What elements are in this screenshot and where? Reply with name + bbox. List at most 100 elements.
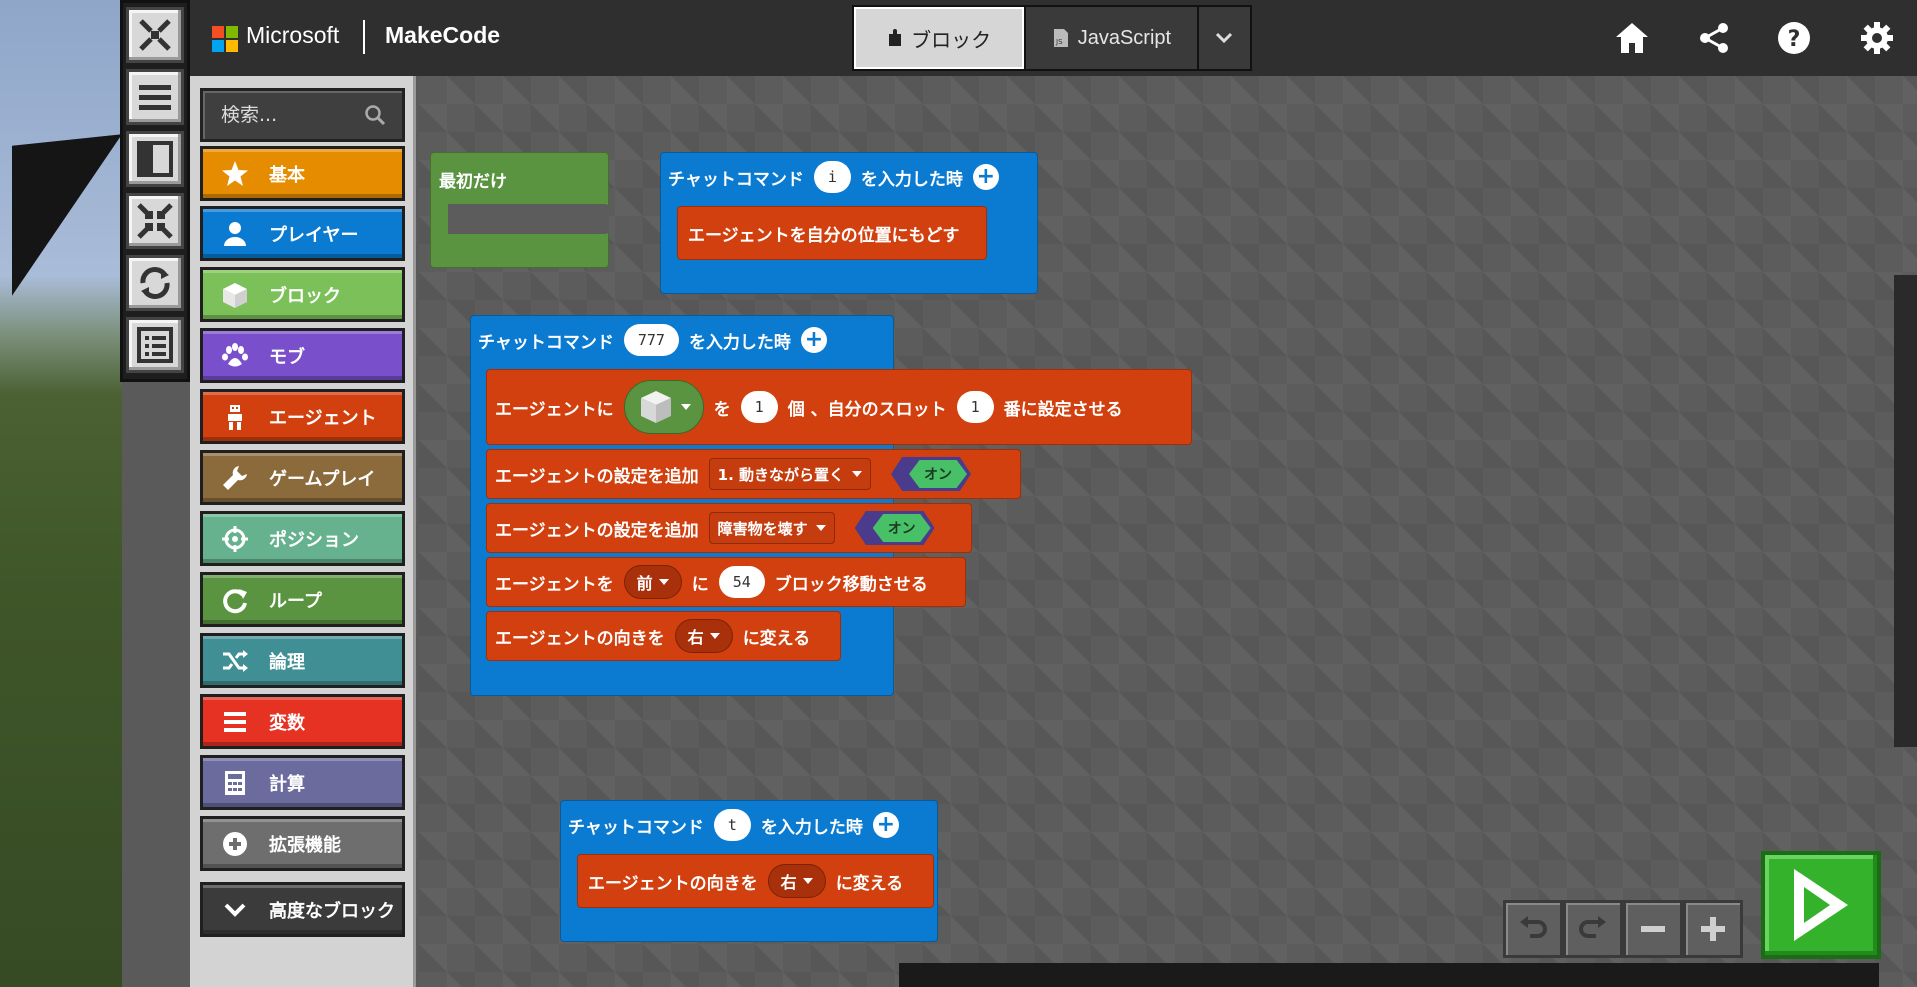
close-icon[interactable] [126, 7, 184, 63]
workspace-horizontal-scrollbar[interactable] [899, 963, 1879, 987]
help-icon[interactable]: ? [1774, 18, 1814, 58]
tab-javascript[interactable]: JS JavaScript [1024, 7, 1197, 69]
search-box[interactable] [200, 88, 405, 142]
category-loops[interactable]: ループ [200, 572, 405, 627]
category-math[interactable]: 計算 [200, 755, 405, 810]
zoom-out-icon[interactable] [1623, 900, 1683, 958]
share-icon[interactable] [1694, 18, 1734, 58]
agent-setting-dropdown[interactable]: 障害物を壊す [708, 512, 835, 544]
category-positions[interactable]: ポジション [200, 511, 405, 566]
add-parameter-icon[interactable]: + [872, 812, 899, 838]
chat-command-label: チャットコマンド [668, 169, 804, 190]
star-icon [215, 154, 255, 194]
category-blocks[interactable]: ブロック [200, 267, 405, 322]
category-mobs[interactable]: モブ [200, 328, 405, 383]
on-toggle[interactable]: オン [891, 457, 972, 491]
blocks-workspace[interactable]: 最初だけ チャットコマンド i を入力した時 + エージェントを自分の位置にもど… [419, 76, 1917, 987]
agent-move-label: エージェントを [495, 574, 614, 595]
agent-turn-text: に変える [742, 628, 811, 649]
add-parameter-icon[interactable]: + [972, 164, 999, 190]
category-variables[interactable]: 変数 [200, 694, 405, 749]
turn-direction-value: 右 [687, 628, 704, 647]
command-input-t[interactable]: t [713, 809, 751, 841]
agent-turn-block[interactable]: エージェントの向きを 右 に変える [486, 611, 841, 661]
chat-command-suffix: を入力した時 [760, 817, 863, 838]
tab-blocks[interactable]: ブロック [854, 7, 1025, 69]
on-toggle[interactable]: オン [854, 511, 935, 545]
brand-makecode[interactable]: MakeCode [385, 22, 500, 49]
set-item-text: を [713, 399, 731, 420]
agent-move-text: ブロック移動させる [774, 574, 928, 595]
category-label: 拡張機能 [269, 834, 341, 856]
caret-down-icon [709, 633, 720, 639]
agent-set-item-block[interactable]: エージェントに を 1 個 、自分のスロット 1 番に設定させる [486, 369, 1192, 445]
agent-teleport-block[interactable]: エージェントを自分の位置にもどす [677, 206, 987, 260]
puzzle-icon [889, 29, 902, 46]
agent-icon [215, 397, 255, 437]
category-label: ゲームプレイ [269, 468, 376, 490]
agent-move-block[interactable]: エージェントを 前 に 54 ブロック移動させる [486, 557, 966, 607]
add-parameter-icon[interactable]: + [800, 327, 827, 353]
minimize-icon[interactable] [126, 193, 184, 249]
agent-setting-label: エージェントの設定を追加 [495, 466, 699, 487]
advanced-blocks-toggle[interactable]: 高度なブロック [200, 882, 405, 937]
editor-toggle: ブロック JS JavaScript [852, 5, 1252, 71]
tab-javascript-label: JavaScript [1077, 26, 1172, 49]
js-file-icon: JS [1053, 29, 1068, 47]
redo-icon[interactable] [1563, 900, 1623, 958]
on-toggle-label: オン [872, 514, 931, 542]
category-label: 変数 [269, 712, 305, 734]
category-basic[interactable]: 基本 [200, 146, 405, 201]
slot-input[interactable]: 1 [956, 391, 994, 423]
workspace-scrollbar[interactable] [1894, 275, 1917, 747]
turn-direction-dropdown[interactable]: 右 [767, 864, 826, 898]
category-gameplay[interactable]: ゲームプレイ [200, 450, 405, 505]
chat-command-777-header: チャットコマンド 777 を入力した時 + [478, 322, 827, 358]
zoom-in-icon[interactable] [1683, 900, 1743, 958]
minecraft-tool-column [120, 0, 190, 382]
on-toggle-label: オン [909, 460, 968, 488]
stone-block-icon [640, 391, 671, 423]
chat-command-t-header: チャットコマンド t を入力した時 + [568, 808, 899, 842]
agent-turn-block[interactable]: エージェントの向きを 右 に変える [577, 854, 934, 908]
list-icon[interactable] [126, 317, 184, 373]
block-item-dropdown[interactable] [623, 380, 704, 434]
category-label: ループ [269, 590, 322, 612]
count-input[interactable]: 1 [740, 391, 778, 423]
run-code-button[interactable] [1761, 851, 1881, 959]
tab-blocks-label: ブロック [911, 29, 992, 52]
agent-turn-label: エージェントの向きを [588, 873, 758, 894]
settings-icon[interactable] [1857, 18, 1897, 58]
split-view-icon[interactable] [126, 131, 184, 187]
menu-icon[interactable] [126, 69, 184, 125]
chat-command-i-header: チャットコマンド i を入力した時 + [668, 160, 999, 194]
agent-setting-block[interactable]: エージェントの設定を追加 1. 動きながら置く オン [486, 449, 1021, 499]
agent-setting-dropdown[interactable]: 1. 動きながら置く [708, 458, 872, 490]
agent-turn-label: エージェントの向きを [495, 628, 665, 649]
refresh-icon[interactable] [126, 255, 184, 311]
move-amount-input[interactable]: 54 [718, 566, 765, 598]
category-logic[interactable]: 論理 [200, 633, 405, 688]
category-extensions[interactable]: 拡張機能 [200, 816, 405, 871]
plus-circle-icon [215, 824, 255, 864]
agent-setting-block[interactable]: エージェントの設定を追加 障害物を壊す オン [486, 503, 972, 553]
category-label: モブ [269, 346, 305, 368]
home-icon[interactable] [1612, 18, 1652, 58]
category-player[interactable]: プレイヤー [200, 206, 405, 261]
command-input-i[interactable]: i [813, 161, 851, 193]
on-start-slot [448, 204, 609, 234]
editor-more-button[interactable] [1196, 7, 1250, 69]
search-input[interactable] [221, 91, 361, 139]
wrench-icon [215, 458, 255, 498]
calculator-icon [215, 763, 255, 803]
minecraft-background-shape [12, 134, 122, 296]
search-icon [365, 105, 386, 126]
undo-icon[interactable] [1503, 900, 1563, 958]
category-agent[interactable]: エージェント [200, 389, 405, 444]
command-input-777[interactable]: 777 [623, 324, 679, 356]
turn-direction-dropdown[interactable]: 右 [674, 619, 733, 653]
user-icon [215, 214, 255, 254]
direction-dropdown[interactable]: 前 [623, 565, 682, 599]
toolbox: 基本 プレイヤー ブロック モブ エージェント ゲームプレイ ポジション ループ… [190, 76, 416, 987]
top-header: Microsoft MakeCode ブロック JS JavaScript ? [190, 0, 1917, 76]
